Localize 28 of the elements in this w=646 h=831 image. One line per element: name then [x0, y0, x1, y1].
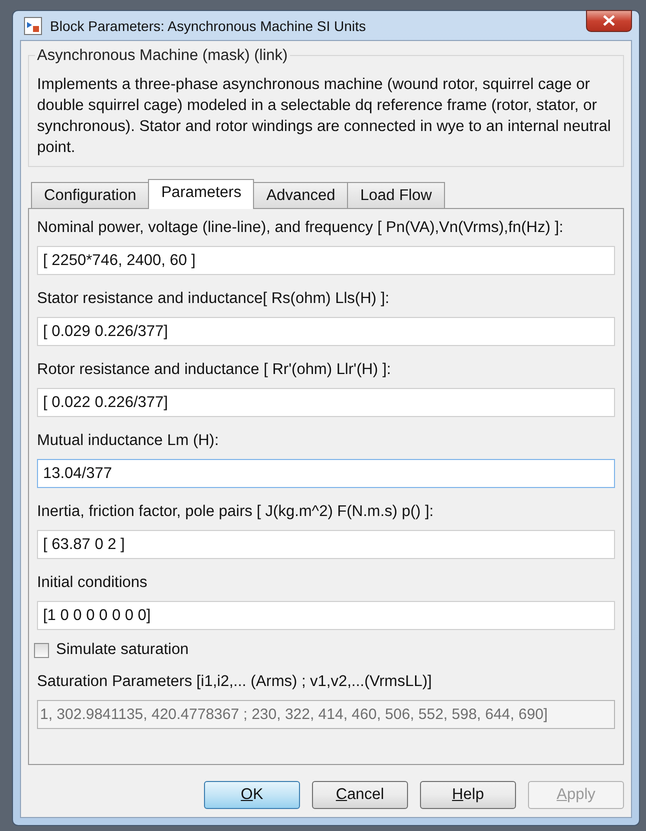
input-field[interactable]: [1 0 0 0 0 0 0 0] — [37, 601, 615, 630]
field-label: Inertia, friction factor, pole pairs [ J(kg.m^2) F(N.m.s) p() ]: — [37, 503, 435, 521]
field-label: Stator resistance and inductance[ Rs(ohm) Lls(H) ]: — [37, 290, 390, 308]
field-label: Nominal power, voltage (line-line), and frequency [ Pn(VA),Vn(Vrms),fn(Hz) ]: — [37, 219, 564, 237]
block-icon — [24, 16, 42, 34]
close-button[interactable] — [586, 10, 632, 32]
input-field[interactable]: [ 0.029 0.226/377] — [37, 317, 615, 346]
input-field[interactable]: [ 2250*746, 2400, 60 ] — [37, 246, 615, 275]
field-label: Rotor resistance and inductance [ Rr'(ohm) Llr'(H) ]: — [37, 361, 392, 379]
input-field[interactable]: [ 0.022 0.226/377] — [37, 388, 615, 417]
dialog-button[interactable]: Cancel — [312, 781, 408, 809]
dialog-button[interactable]: OK — [204, 781, 300, 809]
tab[interactable]: Advanced — [253, 182, 348, 208]
tab[interactable]: Parameters — [148, 179, 254, 209]
field-label: Saturation Parameters [i1,i2,... (Arms) ; v1,v2,...(VrmsLL)] — [37, 673, 433, 691]
dialog-button[interactable]: Help — [420, 781, 516, 809]
input-field[interactable]: 13.04/377 — [37, 459, 615, 488]
field-label: Initial conditions — [37, 574, 148, 592]
checkbox[interactable] — [34, 642, 49, 658]
field-label: Mutual inductance Lm (H): — [37, 432, 220, 450]
group-heading: Asynchronous Machine (mask) (link) — [35, 47, 290, 65]
input-field[interactable]: [ 63.87 0 2 ] — [37, 530, 615, 559]
window-title: Block Parameters: Asynchronous Machine SI Units — [50, 18, 367, 34]
close-icon — [603, 15, 615, 26]
description-text: Implements a three-phase asynchronous machine (wound rotor, squirrel cage or double squirrel cage) modeled in a selectable dq reference frame (rotor, stator, or synchronous). Stator and rotor windings are connected in wye to an internal neutral point. — [37, 75, 612, 158]
tab[interactable]: Load Flow — [347, 182, 445, 208]
tab[interactable]: Configuration — [31, 182, 150, 208]
checkbox-label[interactable]: Simulate saturation — [56, 641, 189, 659]
